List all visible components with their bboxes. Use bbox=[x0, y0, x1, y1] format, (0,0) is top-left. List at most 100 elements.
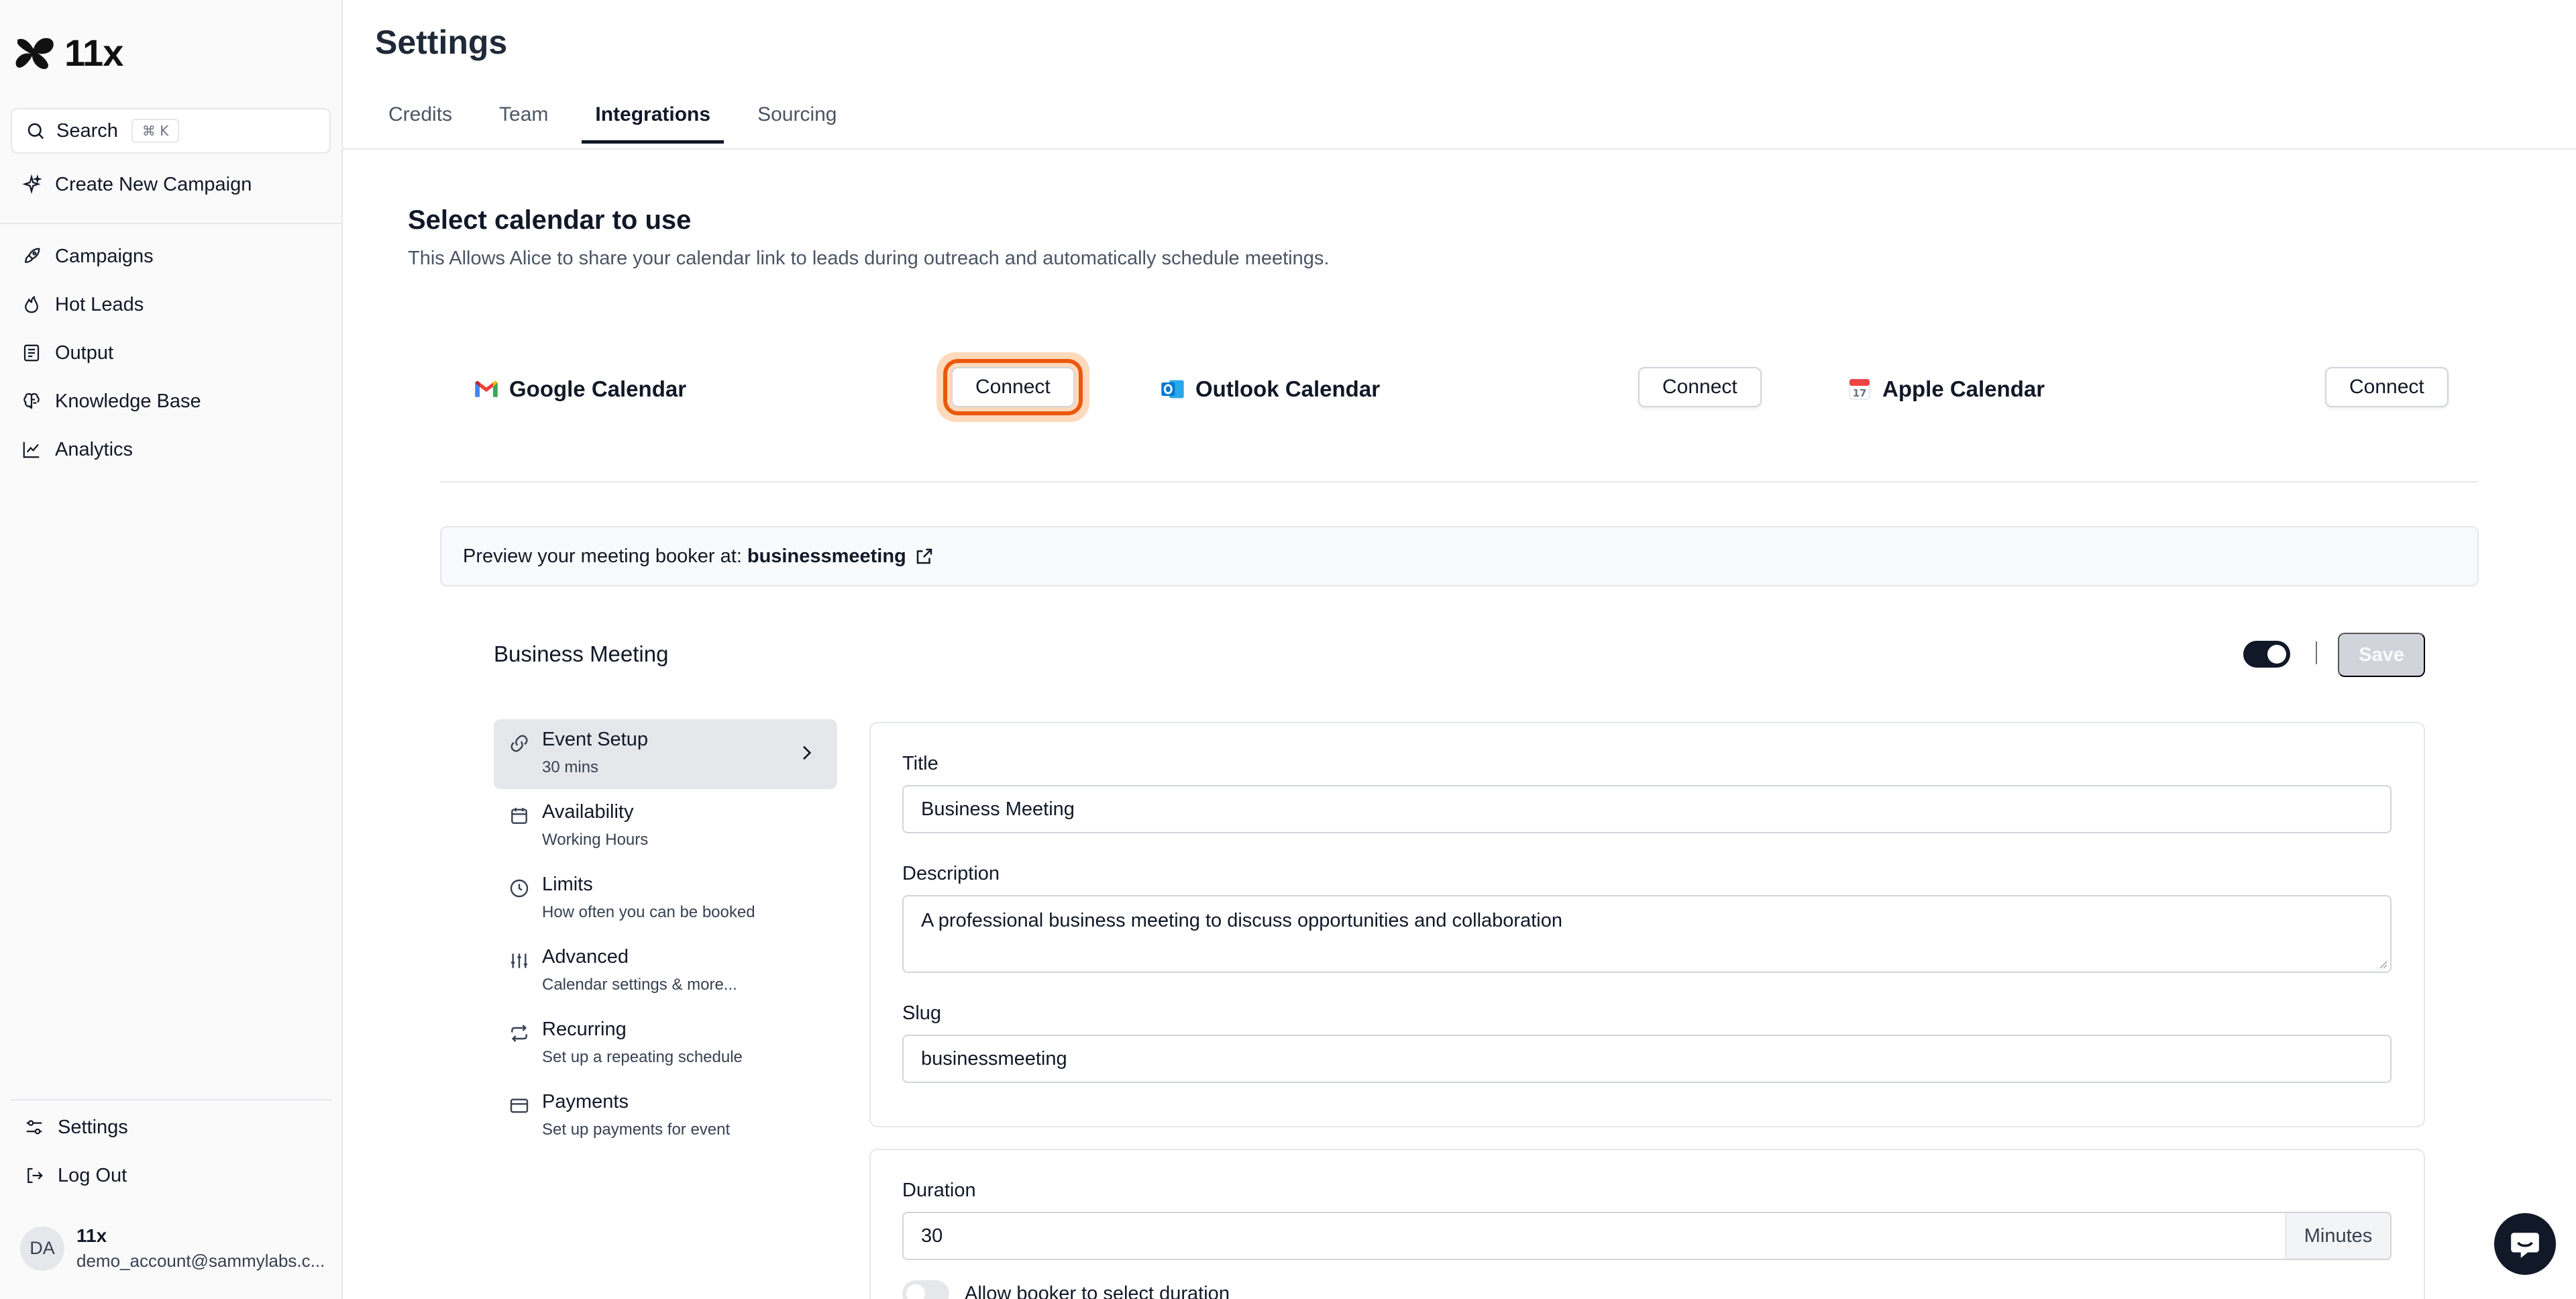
clock-icon bbox=[510, 879, 529, 898]
duration-input[interactable]: 30 bbox=[902, 1212, 2287, 1260]
menu-item-title: Availability bbox=[542, 801, 634, 823]
event-title: Business Meeting bbox=[494, 641, 669, 666]
sidebar: 11x Search ⌘ K Create New Campaign Campa… bbox=[0, 0, 343, 1299]
description-textarea[interactable]: A professional business meeting to discu… bbox=[902, 895, 2392, 973]
outlook-calendar-row: Outlook Calendar bbox=[1159, 362, 1380, 416]
duration-unit: Minutes bbox=[2286, 1212, 2392, 1260]
sidebar-item-label: Knowledge Base bbox=[55, 390, 201, 412]
gmail-icon bbox=[475, 380, 498, 397]
allow-duration-label: Allow booker to select duration bbox=[965, 1283, 1230, 1299]
brain-icon bbox=[23, 393, 40, 409]
settings-tabs: Credits Team Integrations Sourcing bbox=[375, 99, 850, 144]
sidebar-item-label: Settings bbox=[58, 1116, 128, 1138]
tab-sourcing[interactable]: Sourcing bbox=[744, 99, 850, 144]
sidebar-item-output[interactable]: Output bbox=[21, 337, 113, 369]
menu-item-title: Advanced bbox=[542, 946, 629, 968]
menu-item-subtitle: Set up a repeating schedule bbox=[542, 1048, 743, 1066]
slug-input[interactable]: businessmeeting bbox=[902, 1035, 2392, 1083]
sliders-icon bbox=[26, 1120, 42, 1135]
menu-item-payments[interactable]: Payments Set up payments for event bbox=[494, 1082, 837, 1151]
provider-name: Google Calendar bbox=[509, 376, 687, 401]
calendar-icon bbox=[511, 808, 527, 824]
header-divider bbox=[343, 148, 2576, 150]
preview-prefix: Preview your meeting booker at: bbox=[463, 545, 742, 567]
preview-link[interactable]: businessmeeting bbox=[747, 545, 906, 568]
provider-name: Apple Calendar bbox=[1882, 376, 2045, 401]
menu-item-subtitle: Working Hours bbox=[542, 831, 649, 849]
create-campaign-button[interactable]: Create New Campaign bbox=[21, 168, 252, 201]
flame-icon bbox=[25, 295, 38, 313]
sidebar-item-label: Analytics bbox=[55, 438, 133, 460]
allow-duration-toggle[interactable] bbox=[902, 1280, 949, 1299]
create-campaign-label: Create New Campaign bbox=[55, 173, 252, 195]
sliders-vertical-icon bbox=[511, 953, 527, 968]
menu-item-subtitle: 30 mins bbox=[542, 758, 599, 776]
user-profile[interactable]: DA 11x demo_account@sammylabs.c... bbox=[20, 1225, 325, 1271]
title-input[interactable]: Business Meeting bbox=[902, 785, 2392, 833]
apple-calendar-day: 17 bbox=[1853, 387, 1867, 399]
menu-item-title: Limits bbox=[542, 874, 593, 895]
separator bbox=[2316, 641, 2317, 664]
menu-item-subtitle: Set up payments for event bbox=[542, 1121, 731, 1139]
user-email: demo_account@sammylabs.c... bbox=[76, 1251, 325, 1271]
app-logo[interactable]: 11x bbox=[15, 31, 123, 74]
sparkle-icon bbox=[22, 174, 42, 195]
chat-support-button[interactable] bbox=[2494, 1213, 2556, 1275]
menu-item-availability[interactable]: Availability Working Hours bbox=[494, 792, 837, 862]
logout-icon bbox=[28, 1167, 43, 1184]
outlook-icon bbox=[1161, 380, 1184, 399]
sidebar-item-knowledge-base[interactable]: Knowledge Base bbox=[21, 385, 201, 417]
menu-item-recurring[interactable]: Recurring Set up a repeating schedule bbox=[494, 1009, 837, 1079]
duration-label: Duration bbox=[902, 1180, 976, 1201]
description-label: Description bbox=[902, 863, 1000, 884]
avatar: DA bbox=[20, 1226, 64, 1271]
menu-item-subtitle: How often you can be booked bbox=[542, 903, 755, 921]
external-link-icon[interactable] bbox=[914, 546, 934, 566]
logout-button[interactable]: Log Out bbox=[24, 1159, 127, 1192]
google-calendar-row: Google Calendar bbox=[473, 362, 686, 416]
chat-icon bbox=[2511, 1233, 2539, 1258]
section-title: Select calendar to use bbox=[408, 205, 692, 235]
tab-team[interactable]: Team bbox=[486, 99, 561, 144]
menu-item-advanced[interactable]: Advanced Calendar settings & more... bbox=[494, 937, 837, 1006]
sidebar-item-hot-leads[interactable]: Hot Leads bbox=[21, 289, 144, 321]
search-shortcut: ⌘ K bbox=[131, 119, 180, 143]
menu-item-title: Recurring bbox=[542, 1019, 627, 1040]
event-enabled-toggle[interactable] bbox=[2243, 641, 2290, 668]
outlook-connect-button[interactable]: Connect bbox=[1638, 367, 1762, 407]
search-icon bbox=[28, 123, 44, 140]
apple-calendar-row: 17 Apple Calendar bbox=[1846, 362, 2045, 416]
slug-label: Slug bbox=[902, 1002, 942, 1024]
title-label: Title bbox=[902, 753, 938, 774]
description-value: A professional business meeting to discu… bbox=[921, 910, 1562, 931]
menu-item-subtitle: Calendar settings & more... bbox=[542, 976, 737, 994]
search-box[interactable]: Search ⌘ K bbox=[11, 108, 331, 154]
rocket-icon bbox=[25, 248, 40, 263]
repeat-icon bbox=[511, 1025, 527, 1042]
logo-text: 11x bbox=[64, 32, 123, 74]
provider-name: Outlook Calendar bbox=[1195, 376, 1381, 401]
chevron-right-icon bbox=[803, 745, 812, 760]
sidebar-item-settings[interactable]: Settings bbox=[24, 1111, 128, 1143]
sidebar-item-campaigns[interactable]: Campaigns bbox=[21, 240, 154, 272]
logout-label: Log Out bbox=[58, 1164, 127, 1186]
tab-credits[interactable]: Credits bbox=[375, 99, 466, 144]
google-connect-button[interactable]: Connect bbox=[943, 359, 1083, 415]
credit-card-icon bbox=[510, 1098, 529, 1113]
link-icon bbox=[511, 735, 528, 752]
menu-item-event-setup[interactable]: Event Setup 30 mins bbox=[494, 719, 837, 789]
sidebar-item-analytics[interactable]: Analytics bbox=[21, 433, 133, 466]
chart-line-icon bbox=[23, 441, 40, 458]
resize-handle-icon[interactable] bbox=[2377, 958, 2387, 969]
menu-item-title: Payments bbox=[542, 1091, 629, 1112]
save-button[interactable]: Save bbox=[2338, 633, 2425, 677]
tab-integrations[interactable]: Integrations bbox=[582, 99, 724, 144]
sidebar-item-label: Campaigns bbox=[55, 245, 154, 267]
preview-banner: Preview your meeting booker at: business… bbox=[440, 526, 2479, 586]
apple-calendar-icon: 17 bbox=[1849, 378, 1870, 400]
menu-item-limits[interactable]: Limits How often you can be booked bbox=[494, 864, 837, 934]
apple-connect-button[interactable]: Connect bbox=[2325, 367, 2449, 407]
calendar-divider bbox=[440, 481, 2479, 482]
sidebar-item-label: Output bbox=[55, 342, 114, 364]
page-title: Settings bbox=[375, 23, 508, 61]
